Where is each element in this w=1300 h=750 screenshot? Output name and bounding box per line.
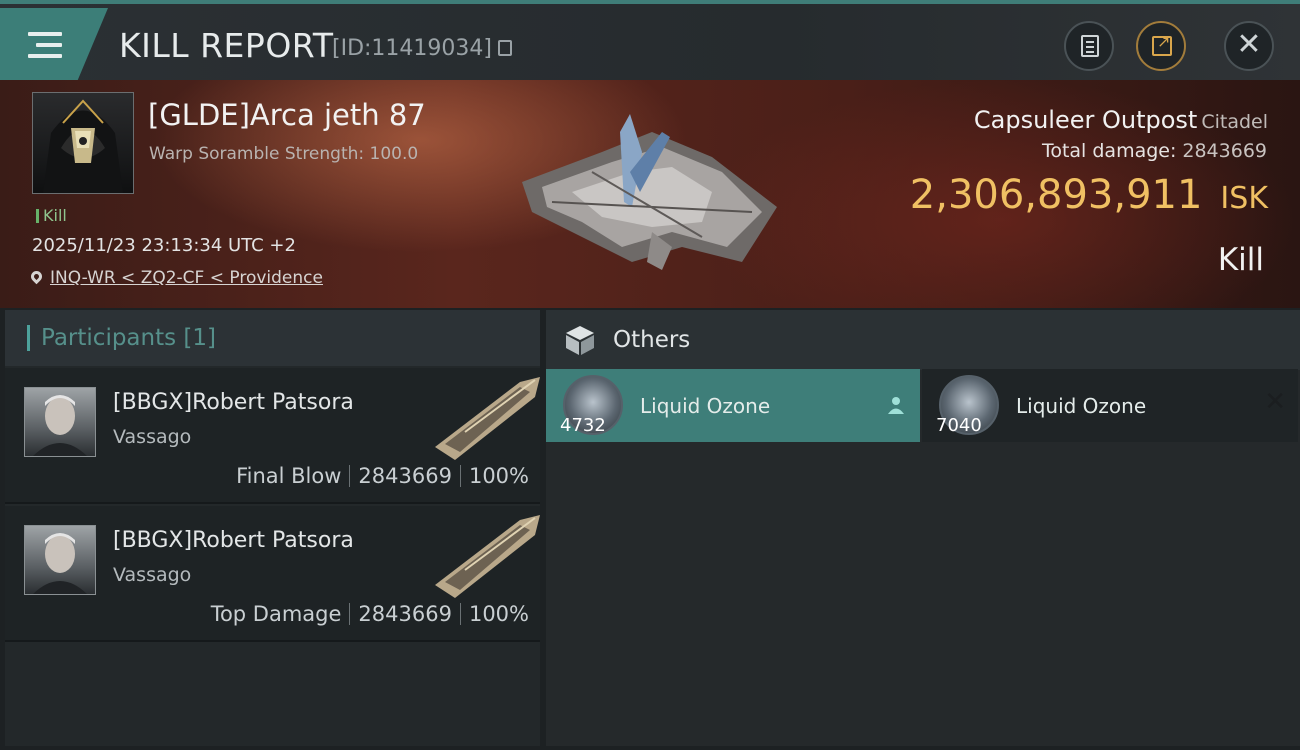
others-panel: Others 4732 Liquid Ozone 7040 Liquid Ozo… (546, 310, 1300, 746)
victim-ship[interactable]: Capsuleer Outpost Citadel (974, 106, 1268, 134)
participant-damage: 2843669 (358, 464, 452, 488)
report-id: [ID:11419034] (332, 36, 492, 61)
cube-icon (566, 326, 594, 355)
copy-icon[interactable] (498, 40, 512, 56)
close-icon: ✕ (1236, 27, 1262, 62)
participants-header: Participants [1] (5, 310, 540, 366)
item-quantity: 4732 (560, 415, 606, 436)
item-name: Liquid Ozone (1016, 394, 1147, 418)
participant-ship-image (435, 377, 540, 460)
warp-scramble-strength: Warp Soramble Strength: 100.0 (149, 144, 419, 164)
participant-name[interactable]: [BBGX]Robert Patsora (113, 390, 354, 415)
close-button[interactable]: ✕ (1224, 21, 1274, 71)
remove-icon[interactable]: ✕ (1264, 387, 1286, 417)
victim-structure-image (522, 114, 777, 270)
isk-value: 2,306,893,911 ISK (910, 172, 1268, 218)
total-damage-label: Total damage: (1041, 140, 1177, 162)
item-name: Liquid Ozone (640, 394, 771, 418)
kill-label: Kill (1217, 242, 1264, 278)
participant-ship-image (435, 515, 540, 598)
item-quantity: 7040 (936, 415, 982, 436)
isk-amount: 2,306,893,911 (909, 172, 1203, 218)
person-icon (888, 397, 904, 414)
menu-button[interactable] (0, 8, 108, 80)
top-bar: KILL REPORT [ID:11419034] ✕ (0, 0, 1300, 80)
avatar[interactable] (24, 525, 96, 595)
isk-unit: ISK (1220, 181, 1268, 216)
share-icon (1152, 32, 1172, 56)
location-link[interactable]: INQ-WR < ZQ2-CF < Providence (28, 268, 323, 288)
share-button[interactable] (1136, 21, 1186, 71)
participant-stats: Final Blow 2843669 100% (236, 464, 529, 488)
total-damage-value: 2843669 (1182, 140, 1267, 162)
participant-role: Final Blow (236, 464, 342, 488)
avatar[interactable] (24, 387, 96, 457)
kill-timestamp: 2025/11/23 23:13:34 UTC +2 (32, 235, 296, 256)
participant-row[interactable]: [BBGX]Robert Patsora Vassago Final Blow 2… (5, 368, 540, 504)
participant-ship: Vassago (113, 426, 192, 448)
participant-stats: Top Damage 2843669 100% (211, 602, 529, 626)
victim-ship-class: Citadel (1201, 111, 1268, 133)
participant-name[interactable]: [BBGX]Robert Patsora (113, 528, 354, 553)
participant-damage: 2843669 (358, 602, 452, 626)
total-damage: Total damage: 2843669 (1042, 140, 1267, 162)
victim-pilot-name[interactable]: [GLDE]Arca jeth 87 (148, 98, 426, 132)
clipboard-button[interactable] (1064, 21, 1114, 71)
participant-ship: Vassago (113, 564, 192, 586)
page-title: KILL REPORT (119, 26, 334, 65)
participants-panel: Participants [1] [BBGX]Robert Patsora Va… (5, 310, 540, 746)
others-title: Others (613, 327, 691, 353)
victim-banner: [GLDE]Arca jeth 87 Warp Soramble Strengt… (0, 80, 1300, 308)
participants-title: Participants [1] (41, 325, 216, 351)
participant-percent: 100% (468, 464, 529, 488)
participant-percent: 100% (468, 602, 529, 626)
item-card[interactable]: 4732 Liquid Ozone (546, 369, 920, 442)
victim-portrait[interactable] (32, 92, 134, 194)
menu-icon (28, 32, 62, 60)
location-text[interactable]: INQ-WR < ZQ2-CF < Providence (50, 268, 323, 288)
participant-role: Top Damage (210, 602, 342, 626)
location-pin-icon (28, 268, 45, 285)
victim-ship-name: Capsuleer Outpost (973, 106, 1198, 134)
participant-row[interactable]: [BBGX]Robert Patsora Vassago Top Damage 2… (5, 506, 540, 642)
clipboard-icon (1081, 35, 1099, 57)
others-header: Others (546, 310, 1300, 370)
item-card[interactable]: 7040 Liquid Ozone ✕ (922, 369, 1298, 442)
result-tag: Kill (36, 206, 67, 225)
